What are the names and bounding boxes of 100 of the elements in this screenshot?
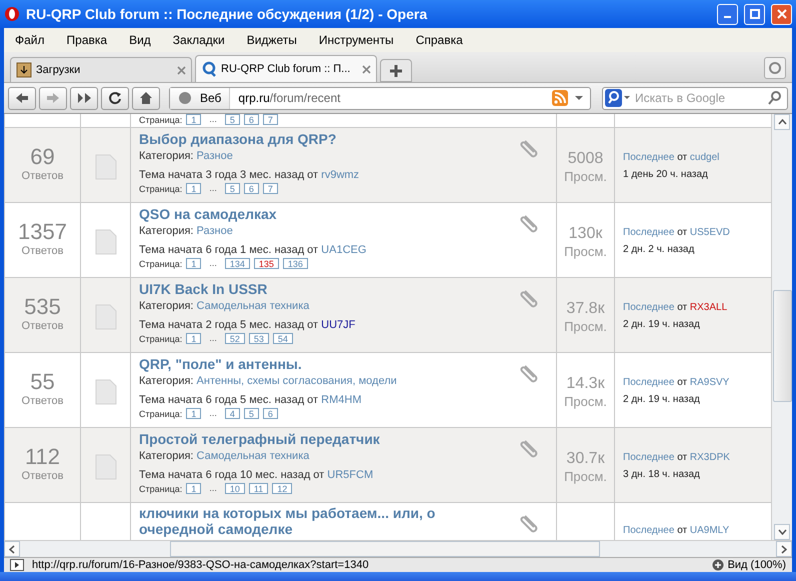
horizontal-scrollbar-thumb[interactable] xyxy=(170,541,600,557)
page-link[interactable]: 5 xyxy=(224,114,240,125)
scroll-left-button[interactable] xyxy=(4,541,20,557)
author-link[interactable]: US5EVD xyxy=(690,227,730,238)
author-link[interactable]: UR5FCM xyxy=(327,469,374,481)
page-link[interactable]: 1 xyxy=(186,333,202,344)
page-link[interactable]: ... xyxy=(205,183,221,194)
menu-item[interactable]: Файл xyxy=(4,33,56,47)
page-link[interactable]: ... xyxy=(205,333,221,344)
reload-button[interactable] xyxy=(101,86,129,110)
page-link[interactable]: 10 xyxy=(224,483,245,494)
menu-item[interactable]: Вид xyxy=(118,33,162,47)
category-label: Категория: xyxy=(139,150,194,162)
category-link[interactable]: Самодельная техника xyxy=(196,300,310,312)
last-post-link[interactable]: Последнее xyxy=(623,377,674,388)
browser-tab[interactable]: RU-QRP Club forum :: П... xyxy=(195,55,377,82)
menu-item[interactable]: Виджеты xyxy=(236,33,308,47)
author-link[interactable]: RM4HM xyxy=(321,394,362,406)
page-link[interactable]: 12 xyxy=(272,483,292,494)
back-button[interactable] xyxy=(8,86,36,110)
page-link[interactable]: ... xyxy=(205,408,221,419)
page-link[interactable]: 5 xyxy=(244,408,259,419)
address-field[interactable]: Веб qrp.ru/forum/recent xyxy=(169,86,591,110)
views-label: Просм. xyxy=(564,394,607,409)
page-link[interactable]: 1 xyxy=(186,114,202,125)
page-link[interactable]: 1 xyxy=(186,258,202,269)
home-button[interactable] xyxy=(132,86,160,110)
author-link[interactable]: RX3ALL xyxy=(690,302,728,313)
page-link[interactable]: 134 xyxy=(224,258,250,269)
page-link[interactable]: 52 xyxy=(224,333,245,344)
page-link[interactable]: 1 xyxy=(186,408,202,419)
page-link[interactable]: 6 xyxy=(244,183,259,194)
topic-title-link[interactable]: Простой телеграфный передатчик xyxy=(139,430,548,448)
right-chevron-icon xyxy=(781,544,787,554)
page-link[interactable]: 1 xyxy=(186,483,202,494)
page-link[interactable]: ... xyxy=(205,114,221,125)
page-link[interactable]: 11 xyxy=(248,483,268,494)
menu-item[interactable]: Правка xyxy=(56,33,118,47)
panel-toggle-icon[interactable] xyxy=(10,559,24,571)
menu-item[interactable]: Инструменты xyxy=(308,33,405,47)
page-link[interactable]: 54 xyxy=(272,333,293,344)
close-tab-icon[interactable] xyxy=(362,64,371,74)
started-by-text: Тема начата 3 года 3 мес. назад от xyxy=(139,169,318,181)
page-link[interactable]: ... xyxy=(205,258,221,269)
last-post-link[interactable]: Последнее xyxy=(623,227,674,238)
zoom-button[interactable]: Вид (100%) xyxy=(712,559,786,571)
page-link[interactable]: 1 xyxy=(186,183,202,194)
close-tab-icon[interactable] xyxy=(177,66,186,74)
scrollbar-thumb[interactable] xyxy=(772,290,792,402)
fast-forward-button[interactable] xyxy=(70,86,98,110)
menu-item[interactable]: Закладки xyxy=(162,33,236,47)
page-link[interactable]: 6 xyxy=(262,408,278,419)
minimize-button[interactable] xyxy=(717,4,738,24)
search-engine-icon[interactable] xyxy=(605,89,631,107)
menu-item[interactable]: Справка xyxy=(404,33,474,47)
topic-title-link[interactable]: ключики на которых мы работаем... или, о очередной самоделке xyxy=(139,505,548,537)
topic-title-link[interactable]: Выбор диапазона для QRP? xyxy=(139,130,548,148)
page-link[interactable]: ... xyxy=(205,483,221,494)
page-link[interactable]: 7 xyxy=(262,114,278,125)
author-link[interactable]: rv9wmz xyxy=(321,169,360,181)
web-scope-button[interactable]: Веб xyxy=(170,88,230,108)
topic-title-link[interactable]: QSO на самоделках xyxy=(139,205,548,223)
started-by-text: Тема начата 6 года 5 мес. назад от xyxy=(139,394,318,406)
author-link[interactable]: RX3DPK xyxy=(690,452,730,463)
scroll-up-button[interactable] xyxy=(774,114,790,130)
search-field[interactable]: Искать в Google xyxy=(602,86,788,110)
page-link[interactable]: 135 xyxy=(254,258,279,269)
category-link[interactable]: Разное xyxy=(196,225,233,237)
category-link[interactable]: Самодельная техника xyxy=(196,450,310,462)
last-post-link[interactable]: Последнее xyxy=(623,152,674,163)
last-post-link[interactable]: Последнее xyxy=(623,302,674,313)
page-link[interactable]: 7 xyxy=(262,183,278,194)
new-tab-button[interactable] xyxy=(380,59,412,82)
last-post-link[interactable]: Последнее xyxy=(623,452,674,463)
author-link[interactable]: UA1CEG xyxy=(321,244,366,256)
author-link[interactable]: RA9SVY xyxy=(690,377,730,388)
author-link[interactable]: UA9MLY xyxy=(690,525,730,536)
pages-label: Страница: xyxy=(139,484,182,494)
category-link[interactable]: Антенны, схемы согласования, модели xyxy=(196,375,397,387)
pages-label: Страница: xyxy=(139,184,182,194)
trash-button[interactable] xyxy=(764,57,786,79)
search-icon[interactable] xyxy=(767,90,783,106)
home-icon xyxy=(139,91,153,105)
close-button[interactable] xyxy=(771,4,792,24)
author-link[interactable]: cudgel xyxy=(690,152,720,163)
topic-title-link[interactable]: QRP, "поле" и антенны. xyxy=(139,355,548,373)
scroll-right-button[interactable] xyxy=(776,541,792,557)
scroll-down-button[interactable] xyxy=(774,524,790,540)
last-post-link[interactable]: Последнее xyxy=(623,525,674,536)
category-link[interactable]: Разное xyxy=(196,150,233,162)
page-link[interactable]: 4 xyxy=(224,408,240,419)
topic-title-link[interactable]: UI7K Back In USSR xyxy=(139,280,548,298)
maximize-button[interactable] xyxy=(744,4,765,24)
author-link[interactable]: UU7JF xyxy=(321,319,356,331)
page-link[interactable]: 6 xyxy=(244,114,259,125)
page-link[interactable]: 53 xyxy=(248,333,269,344)
reply-count: 55 xyxy=(30,369,55,395)
page-link[interactable]: 136 xyxy=(282,258,308,269)
browser-tab[interactable]: Загрузки xyxy=(10,57,192,82)
page-link[interactable]: 5 xyxy=(224,183,240,194)
